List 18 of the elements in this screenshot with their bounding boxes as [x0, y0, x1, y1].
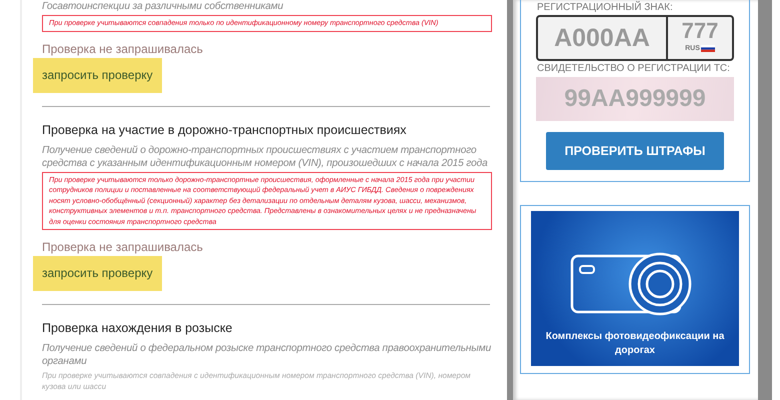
status-text: Проверка не запрашивалась	[42, 240, 203, 254]
section-heading: Проверка нахождения в розыске	[42, 321, 232, 335]
certificate-number: 99АА999999	[536, 77, 734, 121]
request-check-button[interactable]: запросить проверку	[33, 256, 162, 291]
plate-number: А000АА	[538, 17, 668, 59]
flag-icon	[700, 45, 715, 52]
plate-region: 777	[682, 17, 718, 45]
section-description: Получение сведений о федеральном розыске транспортного средства правоохранительными органами	[42, 342, 492, 368]
check-fines-button[interactable]: ПРОВЕРИТЬ ШТРАФЫ	[546, 132, 724, 170]
banner-caption: Комплексы фотовидеофиксации на дорогах	[545, 330, 725, 358]
certificate-label: СВИДЕТЕЛЬСТВО О РЕГИСТРАЦИИ ТС:	[537, 63, 730, 74]
section-heading: Проверка на участие в дорожно-транспортных происшествиях	[42, 122, 406, 136]
status-text: Проверка не запрашивалась	[42, 42, 203, 56]
plate-label: РЕГИСТРАЦИОННЫЙ ЗНАК:	[537, 2, 673, 13]
section-description: Госавтоинспекции за различными собственниками	[42, 0, 284, 13]
section-description: Получение сведений о дорожно-транспортных происшествиях с участием транспортного средства с указанным идентификационным номером (VIN), произошедших с начала 2015 года	[42, 144, 489, 170]
banner[interactable]: Комплексы фотовидеофиксации на дорогах	[531, 211, 739, 366]
request-check-button[interactable]: запросить проверку	[33, 58, 162, 92]
